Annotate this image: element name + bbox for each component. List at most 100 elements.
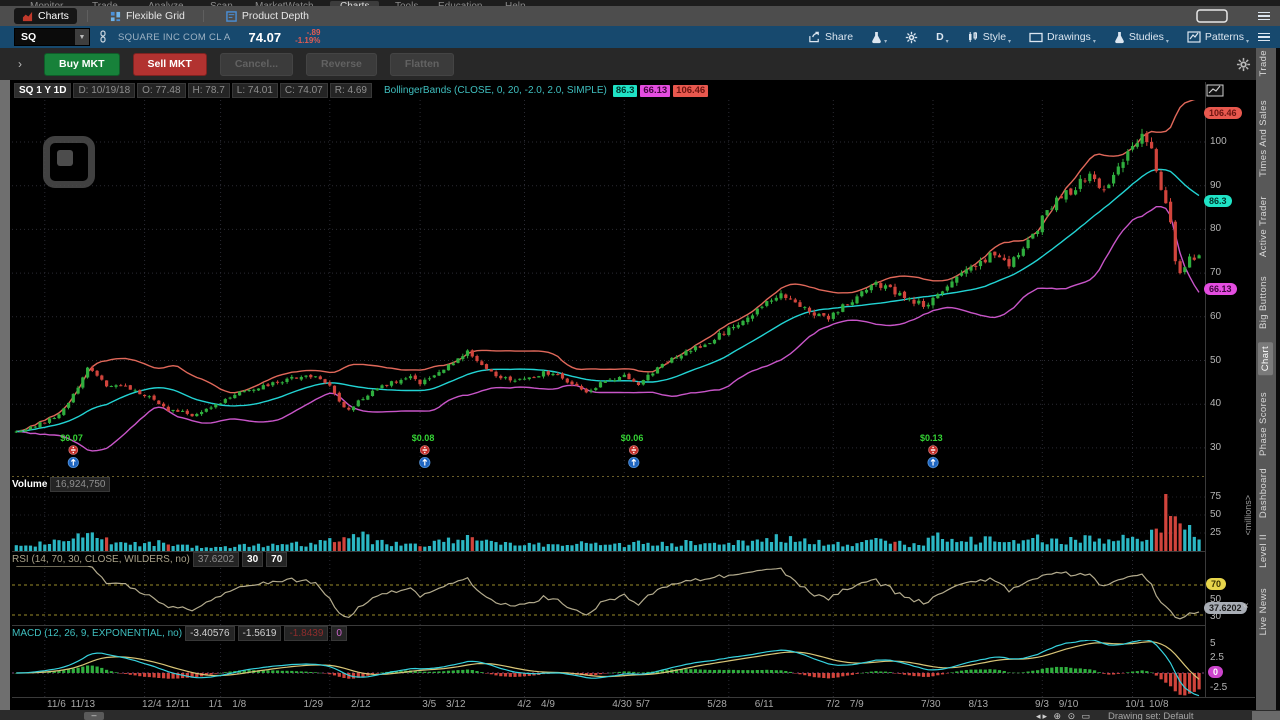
macd-axis-tick: 2.5 — [1210, 652, 1224, 664]
drawing-set-label[interactable]: Drawing set: Default — [1108, 711, 1194, 720]
last-price: 74.07 — [248, 29, 282, 45]
date-tick: 11/13 — [70, 699, 96, 710]
earnings-marker-icon — [67, 456, 79, 469]
symbol-dropdown-caret[interactable]: ▼ — [75, 29, 89, 45]
tab-flexible-grid[interactable]: Flexible Grid — [102, 8, 193, 24]
ohlc-field: C: 74.07 — [279, 83, 328, 98]
tab-flexible-grid-label: Flexible Grid — [125, 10, 185, 22]
sidebar-item-chart[interactable]: Chart — [1258, 342, 1273, 376]
date-tick: 5/28 — [707, 699, 727, 710]
date-tick: 12/11 — [165, 699, 191, 710]
price-bubble: 66.13 — [1204, 283, 1237, 295]
drawings-label: Drawings — [1047, 31, 1091, 43]
volume-axis-tick: 75 — [1210, 491, 1222, 502]
macd-value: -3.40576 — [185, 626, 235, 641]
square-logo-watermark-center — [57, 150, 73, 166]
price-tick-30: 30 — [1210, 441, 1222, 453]
bollinger-value-chip: 86.3 — [612, 84, 638, 97]
ohlc-field: D: 10/19/18 — [73, 83, 136, 98]
macd-label[interactable]: MACD (12, 26, 9, EXPONENTIAL, no) — [12, 628, 182, 639]
flask-icon — [872, 31, 881, 43]
reverse-button[interactable]: Reverse — [306, 52, 377, 76]
style-button[interactable]: Style ▾ — [958, 26, 1020, 48]
tab-product-depth[interactable]: Product Depth — [218, 8, 317, 24]
earnings-marker-icon — [927, 456, 939, 469]
horizontal-scrollbar[interactable] — [1252, 711, 1280, 720]
sidebar-item-active-trader[interactable]: Active Trader — [1258, 196, 1269, 257]
patterns-button[interactable]: Patterns ▾ — [1178, 26, 1258, 48]
price-bubble: 106.46 — [1204, 106, 1242, 119]
expand-arrow[interactable]: › — [18, 57, 22, 71]
bollinger-upper-band — [16, 100, 1196, 433]
sidebar-item-phase-scores[interactable]: Phase Scores — [1258, 392, 1269, 456]
symbol-toolbar: SQ ▼ SQUARE INC COM CL A 74.07 -.89 -1.1… — [0, 26, 1280, 48]
date-tick: 5/7 — [636, 699, 650, 710]
chart-pane-icon[interactable] — [1206, 84, 1224, 97]
event-markers[interactable] — [67, 445, 939, 469]
date-tick: 8/13 — [968, 699, 989, 710]
volume-pane-header: Volume 16,924,750 — [12, 477, 111, 492]
price-tick-80: 80 — [1210, 223, 1222, 235]
link-chain-icon[interactable] — [98, 30, 108, 44]
earnings-amount: $0.07 — [60, 433, 83, 443]
rsi-value-bubble: 37.6202 — [1204, 602, 1247, 615]
date-tick: 7/2 — [826, 699, 840, 710]
flatten-button[interactable]: Flatten — [389, 52, 455, 76]
timeframe-button[interactable]: D ▾ — [927, 26, 958, 48]
settings-button[interactable] — [896, 26, 927, 48]
dividend-marker-icon — [928, 445, 938, 455]
price-tick-100: 100 — [1210, 136, 1227, 147]
rsi-oversold-chip: 30 — [242, 552, 264, 567]
date-tick: 3/5 — [422, 699, 437, 710]
chart-settings-gear-icon[interactable] — [1236, 57, 1251, 72]
tab-bar-menu-icon[interactable] — [1258, 10, 1270, 23]
price-tick-90: 90 — [1210, 179, 1222, 191]
window-layout-icon[interactable] — [1196, 8, 1230, 24]
macd-histogram — [14, 665, 1201, 696]
sell-mkt-button[interactable]: Sell MKT — [132, 52, 207, 76]
share-button[interactable]: Share — [799, 26, 862, 48]
candles-layer — [14, 128, 1201, 433]
sidebar-item-trade[interactable]: Trade — [1258, 50, 1269, 76]
chart-symbol-timeframe: SQ 1 Y 1D — [14, 83, 72, 98]
bollinger-value-chip: 106.46 — [673, 84, 709, 97]
volume-axis-tick: 25 — [1210, 527, 1222, 538]
bottom-toolbar-icons[interactable]: ◂▸ ⊕ ⊙ ▭ — [1036, 711, 1092, 720]
sidebar-item-level-ii[interactable]: Level II — [1258, 534, 1269, 568]
bollinger-study-label[interactable]: BollingerBands (CLOSE, 0, 20, -2.0, 2.0,… — [380, 84, 611, 97]
dividend-marker-icon — [419, 445, 430, 455]
date-tick: 7/9 — [849, 699, 864, 710]
drawings-button[interactable]: Drawings ▾ — [1020, 26, 1105, 48]
sidebar-item-live-news[interactable]: Live News — [1258, 588, 1269, 635]
date-tick: 4/9 — [541, 699, 555, 710]
date-tick: 11/6 — [47, 699, 66, 710]
macd-pane-header: MACD (12, 26, 9, EXPONENTIAL, no) -3.405… — [12, 626, 347, 641]
chart-canvas[interactable] — [0, 0, 1280, 720]
date-tick: 1/8 — [232, 699, 247, 710]
minimize-chip[interactable]: – — [84, 711, 104, 720]
tab-separator — [202, 10, 204, 22]
chart-ohlc-header: SQ 1 Y 1D D: 10/19/18 O: 77.48 H: 78.7 L: 7… — [14, 83, 709, 98]
price-tick-70: 70 — [1210, 267, 1222, 279]
buy-mkt-button[interactable]: Buy MKT — [44, 52, 120, 76]
cancel-button[interactable]: Cancel... — [219, 52, 294, 76]
volume-label: Volume — [12, 479, 48, 490]
sidebar-collapse-icon[interactable]: « — [1243, 600, 1249, 611]
thinkorswim-window: MonitorTradeAnalyzeScanMarketWatchCharts… — [0, 0, 1280, 720]
rsi-label[interactable]: RSI (14, 70, 30, CLOSE, WILDERS, no) — [12, 554, 190, 565]
toolbar-menu-icon[interactable] — [1258, 31, 1270, 44]
tab-charts[interactable]: Charts — [14, 8, 77, 24]
sidebar-item-big-buttons[interactable]: Big Buttons — [1258, 276, 1269, 329]
earnings-marker-icon — [628, 456, 640, 469]
studies-button[interactable]: Studies ▾ — [1105, 26, 1178, 48]
sidebar-item-dashboard[interactable]: Dashboard — [1258, 468, 1269, 518]
analysis-flask-button[interactable]: ▾ — [862, 26, 896, 48]
ohlc-field: L: 74.01 — [231, 83, 278, 98]
sidebar-item-times-and-sales[interactable]: Times And Sales — [1258, 100, 1269, 177]
tab-product-depth-label: Product Depth — [241, 10, 309, 22]
bollinger-value-chip: 66.13 — [640, 84, 671, 97]
dividend-marker-icon — [628, 445, 639, 455]
symbol-input[interactable]: SQ ▼ — [14, 28, 90, 46]
gear-icon — [905, 31, 918, 43]
earnings-amount: $0.08 — [411, 433, 435, 443]
